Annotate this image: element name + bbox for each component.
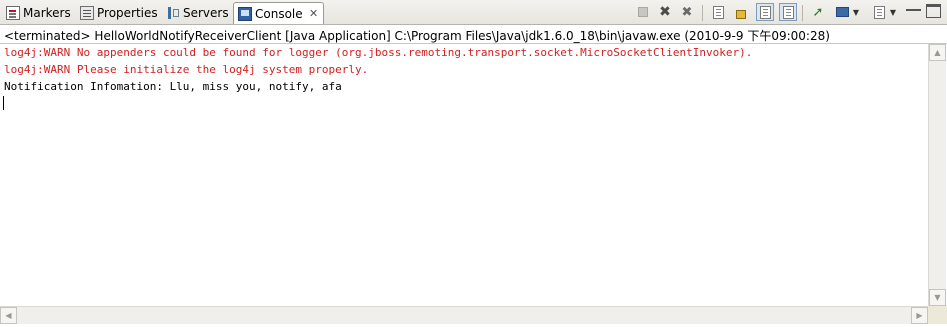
open-console-button[interactable] — [870, 3, 888, 21]
scroll-lock-button[interactable] — [732, 3, 750, 21]
terminate-icon — [638, 7, 648, 17]
display-console-button[interactable] — [833, 3, 851, 21]
remove-launch-button[interactable]: ✖ — [656, 3, 674, 21]
open-console-icon — [873, 5, 885, 19]
toolbar-separator — [802, 5, 803, 21]
show-on-stdout-icon — [759, 5, 771, 19]
clear-console-button[interactable] — [709, 3, 727, 21]
display-console-dropdown[interactable]: ▼ — [851, 3, 861, 21]
scroll-lock-icon — [736, 9, 746, 19]
terminate-button[interactable] — [634, 3, 652, 21]
view-tab-bar: Markers Properties Servers Console ✕ ✖ ✖… — [0, 0, 947, 25]
pin-console-icon: ➚ — [812, 4, 824, 20]
process-description-bar: <terminated> HelloWorldNotifyReceiverCli… — [0, 25, 947, 44]
remove-all-terminated-button[interactable]: ✖ — [678, 3, 696, 21]
chevron-down-icon: ▼ — [889, 7, 897, 17]
tab-properties-label: Properties — [97, 5, 158, 20]
maximize-icon[interactable] — [926, 4, 941, 18]
scroll-right-icon[interactable]: ▶ — [911, 307, 928, 324]
show-console-on-stderr-button[interactable] — [779, 3, 797, 21]
close-tab-icon[interactable]: ✕ — [309, 7, 319, 20]
show-console-on-stdout-button[interactable] — [756, 3, 774, 21]
remove-all-terminated-icon: ✖ — [681, 4, 693, 20]
scroll-left-icon[interactable]: ◀ — [0, 307, 17, 324]
tab-markers-label: Markers — [23, 5, 71, 20]
toolbar-separator — [702, 5, 703, 21]
console-line: log4j:WARN No appenders could be found f… — [4, 46, 753, 59]
servers-icon — [166, 6, 180, 20]
tab-properties[interactable]: Properties — [76, 2, 162, 23]
remove-launch-icon: ✖ — [659, 4, 671, 20]
markers-icon — [6, 5, 20, 20]
horizontal-scrollbar[interactable]: ◀ ▶ — [0, 306, 928, 324]
tab-markers[interactable]: Markers — [2, 2, 75, 23]
console-output[interactable]: log4j:WARN No appenders could be found f… — [0, 44, 928, 306]
tab-console[interactable]: Console ✕ — [233, 2, 324, 24]
chevron-down-icon: ▼ — [852, 7, 860, 17]
minimize-icon[interactable] — [906, 3, 921, 11]
console-line: log4j:WARN Please initialize the log4j s… — [4, 63, 369, 76]
scroll-up-icon[interactable]: ▲ — [929, 44, 946, 61]
scroll-down-icon[interactable]: ▼ — [929, 289, 946, 306]
vertical-scrollbar[interactable]: ▲ ▼ — [928, 44, 946, 306]
show-on-stderr-icon — [782, 5, 794, 19]
console-line: Notification Infomation: Llu, miss you, … — [4, 80, 342, 93]
open-console-dropdown[interactable]: ▼ — [888, 3, 898, 21]
console-icon — [238, 6, 252, 21]
process-label: <terminated> HelloWorldNotifyReceiverCli… — [4, 29, 830, 43]
properties-icon — [80, 5, 94, 20]
tab-servers[interactable]: Servers — [162, 2, 233, 23]
clear-console-icon — [712, 5, 724, 19]
tab-console-label: Console — [255, 6, 303, 21]
text-cursor — [3, 96, 4, 110]
tab-servers-label: Servers — [183, 5, 229, 20]
display-console-icon — [835, 7, 849, 17]
pin-console-button[interactable]: ➚ — [809, 3, 827, 21]
